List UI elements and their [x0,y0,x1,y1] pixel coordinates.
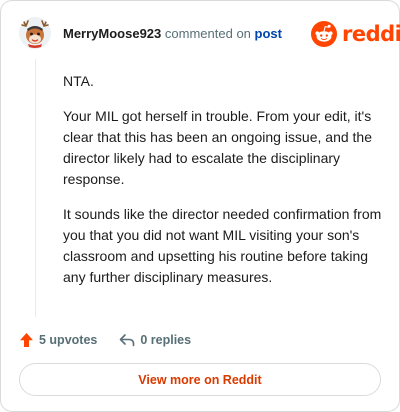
action-text: commented on [164,26,251,41]
upvote-count: 5 upvotes [39,333,98,347]
post-link[interactable]: post [255,26,282,41]
comment-body: NTA. Your MIL got herself in trouble. Fr… [63,71,383,302]
user-avatar[interactable] [19,17,51,49]
view-more-button[interactable]: View more on Reddit [19,363,381,396]
reddit-snoo-icon [311,21,337,47]
comment-footer: 5 upvotes 0 replies [19,330,191,350]
comment-header: MerryMoose923 commented on post [63,26,282,42]
comment-embed-card: MerryMoose923 commented on post reddit N… [0,0,400,412]
comment-paragraph: NTA. [63,73,94,89]
upvote-button[interactable]: 5 upvotes [19,332,97,348]
comment-paragraph: Your MIL got herself in trouble. From yo… [63,108,372,187]
comment-paragraph: It sounds like the director needed confi… [63,206,382,285]
username-link[interactable]: MerryMoose923 [63,26,161,41]
reddit-logo[interactable]: reddit [311,20,400,48]
reply-count: 0 replies [140,333,192,347]
thread-line [35,59,36,317]
reply-button[interactable]: 0 replies [119,333,191,347]
reddit-wordmark: reddit [342,22,400,46]
upvote-arrow-icon [20,333,33,347]
reply-arrow-icon [120,334,135,347]
moose-avatar-icon [19,17,51,49]
